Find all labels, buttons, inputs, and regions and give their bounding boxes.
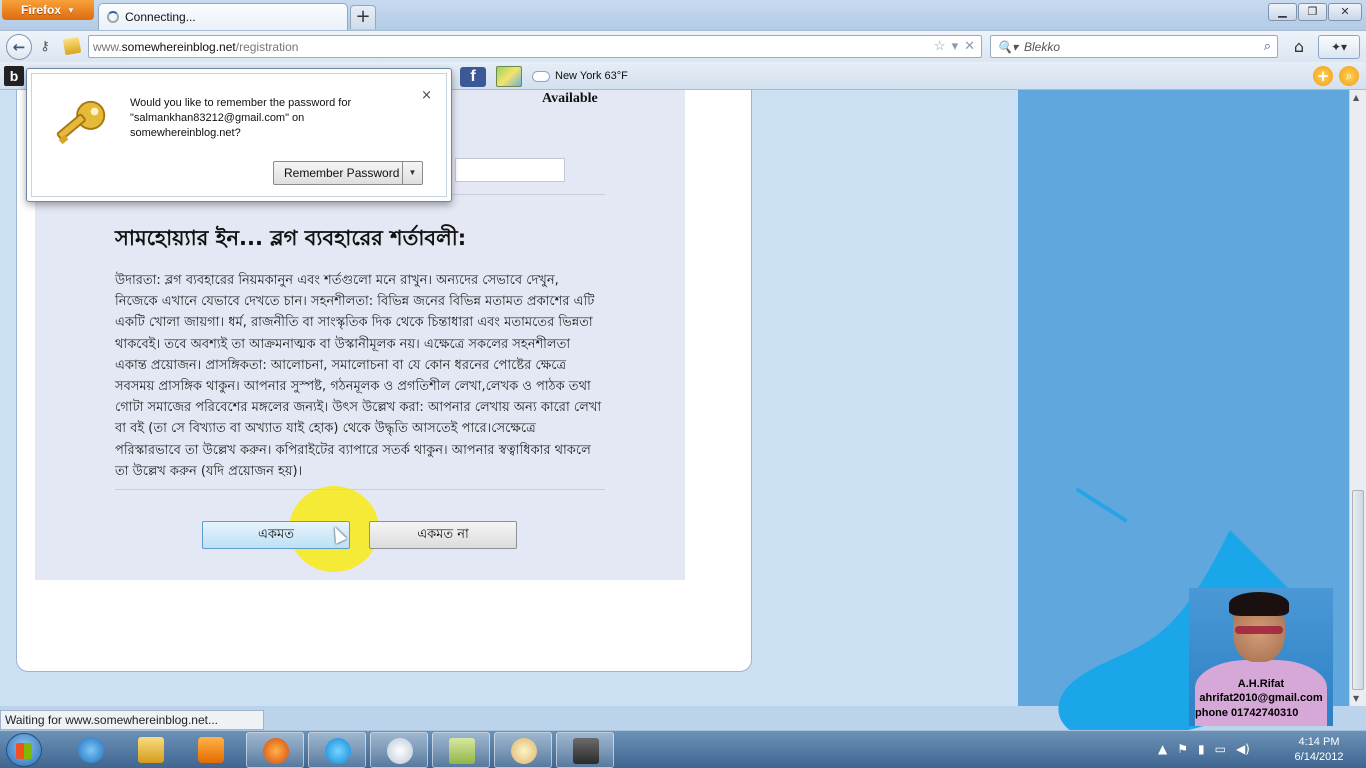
scroll-down-icon[interactable]: ▼ xyxy=(1353,694,1359,703)
taskbar-firefox[interactable] xyxy=(246,732,304,768)
maximize-button[interactable]: ❐ xyxy=(1298,3,1327,21)
taskbar-notes[interactable] xyxy=(432,732,490,768)
paint-palette-icon xyxy=(511,738,537,764)
availability-label: Available xyxy=(542,91,598,106)
bookmark-star-icon[interactable]: ☆ xyxy=(934,38,946,54)
url-actions: ☆ ▾ ✕ xyxy=(934,38,975,54)
presenter-phone: phone 01742740310 xyxy=(1195,707,1299,719)
taskbar-skype[interactable] xyxy=(308,732,366,768)
power-icon[interactable]: ▮ xyxy=(1198,742,1205,756)
windows-taskbar: ▲ ⚑ ▮ ▭ ◀) 4:14 PM 6/14/2012 xyxy=(0,730,1366,768)
clock-date: 6/14/2012 xyxy=(1294,751,1344,763)
tab-title: Connecting... xyxy=(125,10,196,24)
action-center-flag-icon[interactable]: ⚑ xyxy=(1177,742,1188,756)
taskbar-media[interactable] xyxy=(182,732,240,768)
site-favicon-icon xyxy=(62,36,82,56)
search-icon[interactable]: ⌕ xyxy=(1264,38,1271,54)
stop-icon[interactable]: ✕ xyxy=(964,38,975,54)
search-bar[interactable]: 🔍▾ Blekko ⌕ xyxy=(990,35,1278,58)
registration-input-field[interactable] xyxy=(455,158,565,182)
network-icon[interactable]: ▭ xyxy=(1215,742,1226,756)
terms-title: সামহোয়্যার ইন... ব্লগ ব্যবহারের শর্তাবল… xyxy=(115,226,467,250)
divider xyxy=(115,489,605,490)
taskbar-recorder[interactable] xyxy=(556,732,614,768)
url-prefix: www. xyxy=(93,39,122,54)
search-engine-placeholder: Blekko xyxy=(1023,39,1060,54)
cloud-icon xyxy=(532,70,550,82)
taskbar-clock[interactable]: 4:14 PM 6/14/2012 xyxy=(1278,735,1360,765)
internet-explorer-icon xyxy=(78,737,104,763)
webcam-overlay: A.H.Rifat ahrifat2010@gmail.com phone 01… xyxy=(1189,588,1333,726)
volume-icon[interactable]: ◀) xyxy=(1236,742,1250,756)
remember-password-label: Remember Password xyxy=(284,166,400,180)
presenter-name: A.H.Rifat xyxy=(1237,678,1285,690)
blekko-b-icon[interactable]: b xyxy=(4,66,24,86)
disagree-button[interactable]: একমত না xyxy=(369,521,517,549)
scroll-up-icon[interactable]: ▲ xyxy=(1353,93,1359,102)
firefox-menu-button[interactable]: Firefox ▼ xyxy=(2,0,94,20)
close-icon[interactable]: × xyxy=(421,88,432,103)
search-engine-icon[interactable]: 🔍▾ xyxy=(997,40,1018,54)
home-button[interactable]: ⌂ xyxy=(1286,36,1312,58)
chevron-down-icon: ▼ xyxy=(67,5,75,15)
bookmarks-star-icon: ✦▾ xyxy=(1330,40,1348,54)
webcam-hair xyxy=(1229,592,1289,616)
password-save-popup: Would you like to remember the password … xyxy=(26,68,452,202)
dropdown-chevron-icon[interactable]: ▾ xyxy=(952,38,959,54)
agree-button[interactable]: একমত xyxy=(202,521,350,549)
tray-expand-icon[interactable]: ▲ xyxy=(1158,742,1167,756)
remember-password-button[interactable]: Remember Password ▼ xyxy=(273,161,423,185)
maps-icon[interactable] xyxy=(496,66,522,87)
weather-widget[interactable]: New York 63°F xyxy=(532,66,628,86)
presenter-email: ahrifat2010@gmail.com xyxy=(1199,692,1323,704)
media-player-icon xyxy=(198,737,224,763)
windows-logo-icon xyxy=(16,743,32,759)
new-tab-button[interactable]: + xyxy=(350,5,376,29)
back-arrow-icon: ← xyxy=(12,38,26,56)
taskbar-ie[interactable] xyxy=(62,732,120,768)
chevron-down-icon[interactable]: ▼ xyxy=(402,162,422,184)
firefox-icon xyxy=(263,738,289,764)
addon-plus-icon[interactable]: + xyxy=(1313,66,1333,86)
skype-icon xyxy=(325,738,351,764)
back-button[interactable]: ← xyxy=(6,34,32,60)
bookmarks-button[interactable]: ✦▾ xyxy=(1318,35,1360,59)
clock-time: 4:14 PM xyxy=(1298,736,1340,748)
webcam-glasses xyxy=(1235,626,1283,634)
status-bar: Waiting for www.somewhereinblog.net... xyxy=(0,710,264,730)
notes-icon xyxy=(449,738,475,764)
start-button[interactable] xyxy=(6,733,42,767)
taskbar-paint[interactable] xyxy=(494,732,552,768)
popup-frame: Would you like to remember the password … xyxy=(31,73,447,197)
url-host: somewhereinblog.net xyxy=(121,39,236,54)
loading-spinner-icon xyxy=(107,11,119,23)
folder-icon xyxy=(138,737,164,763)
weather-text: New York 63°F xyxy=(555,70,628,82)
home-icon: ⌂ xyxy=(1293,37,1305,56)
scroll-thumb[interactable] xyxy=(1352,490,1364,690)
site-identity-key-icon[interactable]: ⚷ xyxy=(34,36,56,58)
terms-body: উদারতা: ব্লগ ব্যবহারের নিয়মকানুন এবং শর… xyxy=(115,273,602,479)
addon-search-icon[interactable]: ⌕ xyxy=(1339,66,1359,86)
tray-icons: ▲ ⚑ ▮ ▭ ◀) xyxy=(1158,742,1250,756)
url-path: /registration xyxy=(235,39,299,54)
tab-active[interactable]: Connecting... xyxy=(98,3,348,30)
minimize-button[interactable]: ▁ xyxy=(1268,3,1297,21)
taskbar-explorer[interactable] xyxy=(122,732,180,768)
key-icon xyxy=(56,100,106,145)
q-app-icon xyxy=(387,738,413,764)
vertical-scrollbar[interactable]: ▲ ▼ xyxy=(1349,90,1366,706)
navigation-bar: ← ⚷ www. somewhereinblog.net/registration… xyxy=(0,30,1366,62)
close-window-button[interactable]: ✕ xyxy=(1328,3,1362,21)
taskbar-q-app[interactable] xyxy=(370,732,428,768)
firefox-menu-label: Firefox xyxy=(21,3,62,17)
system-tray: ▲ ⚑ ▮ ▭ ◀) 4:14 PM 6/14/2012 xyxy=(1150,731,1366,768)
password-prompt-message: Would you like to remember the password … xyxy=(130,97,352,139)
url-bar[interactable]: www. somewhereinblog.net/registration ☆ ▾… xyxy=(88,35,982,58)
facebook-icon[interactable]: f xyxy=(460,67,486,87)
title-bar: Firefox ▼ Connecting... + ▁ ❐ ✕ xyxy=(0,0,1366,30)
video-camera-icon xyxy=(573,738,599,764)
